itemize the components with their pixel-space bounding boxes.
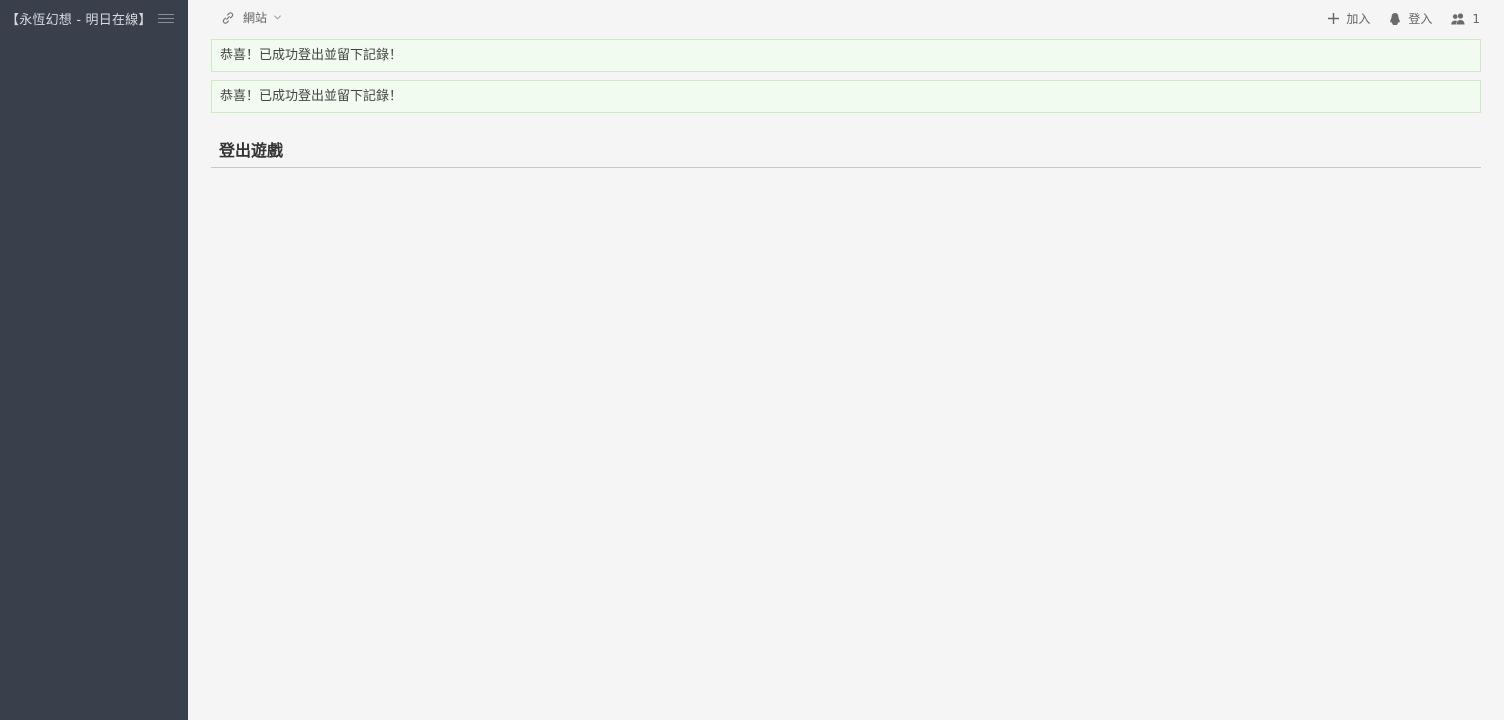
plus-icon [1328, 13, 1340, 24]
app-root: 【永恆幻想 - 明日在線】 網站 加入 登入 1 恭喜！已成功登出並留下記錄！ … [0, 0, 1504, 720]
top-actions: 加入 登入 1 [1309, 10, 1480, 27]
join-label: 加入 [1346, 12, 1371, 26]
login-label: 登入 [1408, 12, 1433, 26]
menu-line [158, 18, 174, 19]
users-icon [1451, 12, 1465, 24]
site-menu-dropdown[interactable]: 網站 [221, 9, 282, 26]
success-alert: 恭喜！已成功登出並留下記錄！ [211, 39, 1481, 72]
site-menu-label: 網站 [243, 11, 268, 25]
top-bar: 網站 加入 登入 1 [188, 0, 1504, 36]
qq-penguin-icon [1390, 12, 1401, 25]
sidebar: 【永恆幻想 - 明日在線】 [0, 0, 188, 720]
login-button[interactable]: 登入 [1388, 10, 1432, 27]
join-button[interactable]: 加入 [1327, 10, 1370, 27]
site-brand[interactable]: 【永恆幻想 - 明日在線】 [6, 9, 152, 28]
menu-line [158, 14, 174, 15]
success-alert: 恭喜！已成功登出並留下記錄！ [211, 80, 1481, 113]
page-title: 登出遊戲 [211, 139, 1481, 168]
menu-line [158, 22, 174, 23]
menu-toggle-icon[interactable] [158, 12, 174, 25]
online-users-button[interactable]: 1 [1450, 12, 1480, 26]
online-count: 1 [1472, 11, 1480, 26]
chevron-down-icon [274, 15, 282, 20]
main-content: 恭喜！已成功登出並留下記錄！ 恭喜！已成功登出並留下記錄！ 登出遊戲 [211, 39, 1481, 181]
link-icon [222, 11, 234, 24]
